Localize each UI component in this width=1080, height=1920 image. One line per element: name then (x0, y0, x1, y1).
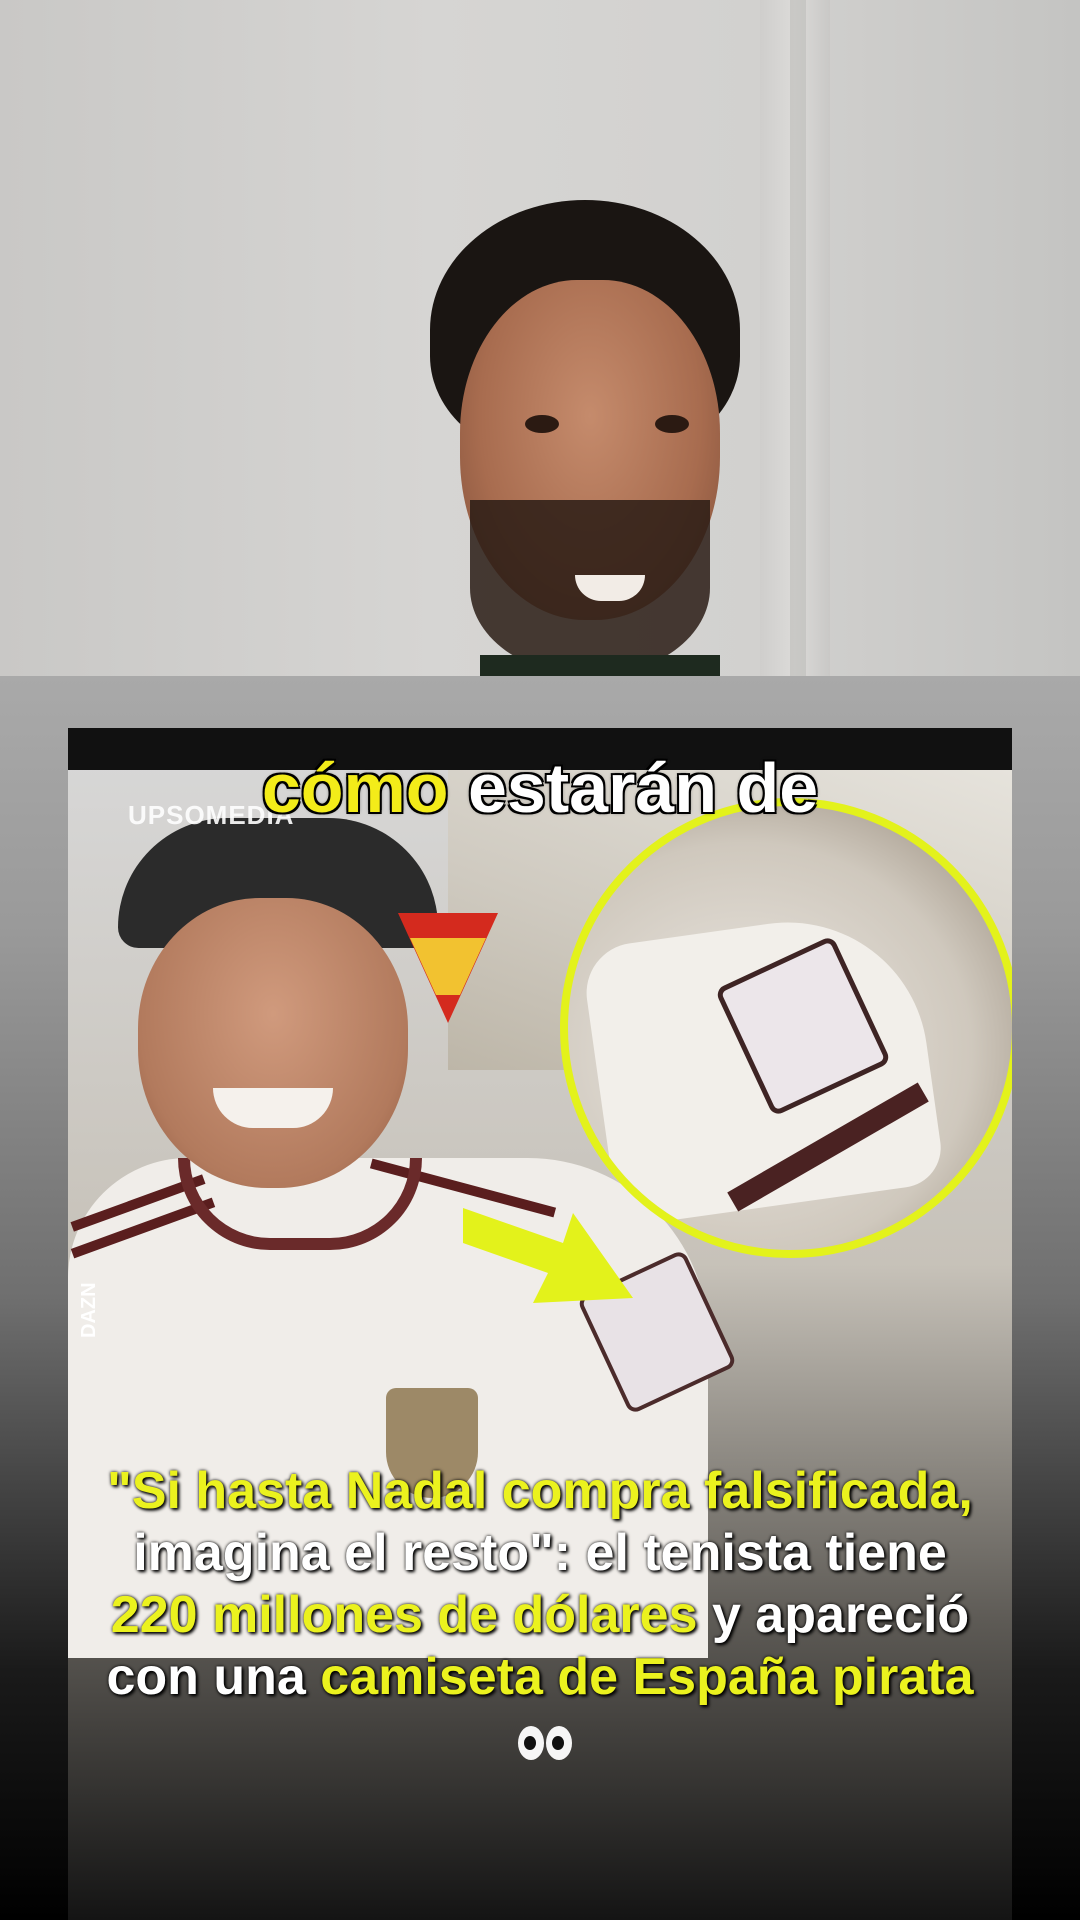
dazn-watermark: DAZN (78, 1282, 100, 1338)
caption-highlight-word: cómo (261, 749, 449, 827)
headline-shirt: camiseta de España pirata (320, 1648, 974, 1706)
annotation-arrow-icon (463, 1208, 633, 1303)
headline-text: imagina el resto": el tenista tiene (133, 1524, 947, 1582)
door-frame (790, 0, 806, 676)
eyes-icon (517, 1708, 573, 1770)
spain-pennant-icon (398, 913, 498, 1023)
webcam-video (0, 0, 1080, 676)
news-headline: "Si hasta Nadal compra falsificada, imag… (90, 1460, 990, 1770)
presenter-right-eye (655, 415, 689, 433)
caption-rest: estarán de (467, 749, 819, 827)
headline-quote: "Si hasta Nadal compra falsificada, (107, 1462, 973, 1520)
presenter-shirt (480, 655, 720, 676)
spoken-caption: cómo estarán de (0, 748, 1080, 828)
zoom-circle (560, 798, 1012, 1258)
presenter-left-eye (525, 415, 559, 433)
headline-amount: 220 millones de dólares (110, 1586, 698, 1644)
nadal-face (138, 898, 408, 1188)
